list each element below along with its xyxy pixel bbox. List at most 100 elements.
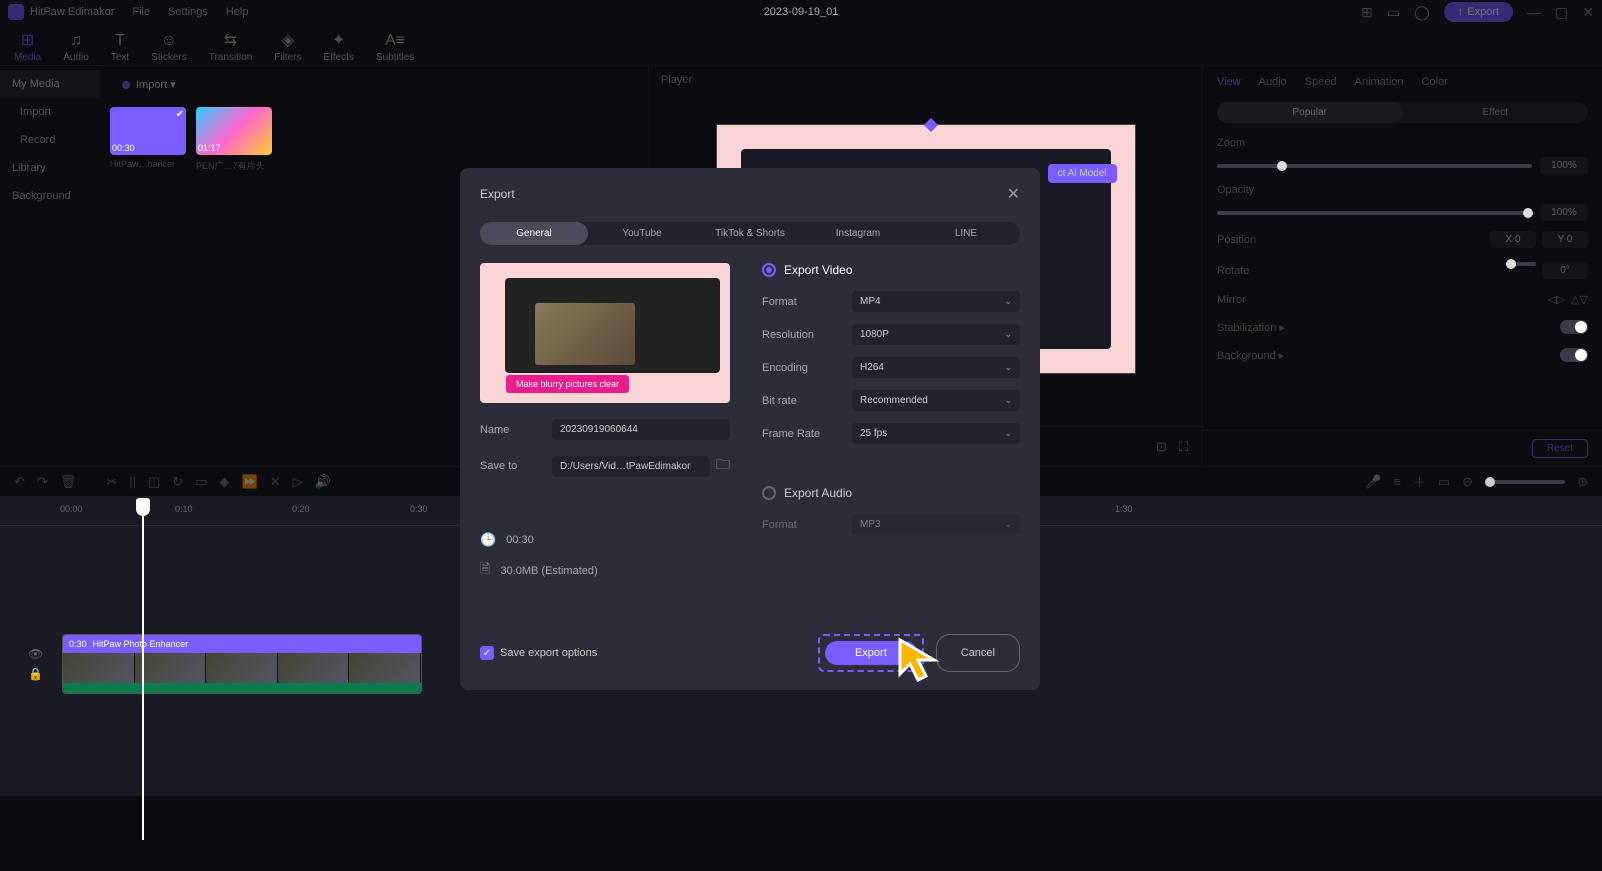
timeline-zoom-slider[interactable] bbox=[1485, 480, 1565, 484]
position-x[interactable]: X 0 bbox=[1490, 231, 1536, 248]
sidebar-library[interactable]: Library bbox=[0, 154, 100, 182]
fullscreen-icon[interactable]: ⛶ bbox=[1179, 439, 1188, 455]
tab-speed[interactable]: Speed bbox=[1305, 76, 1337, 88]
tool-text[interactable]: TText bbox=[111, 32, 129, 63]
encoding-select[interactable]: H264⌄ bbox=[852, 357, 1020, 378]
background-label: Background ▸ bbox=[1217, 349, 1284, 362]
rotate-dial[interactable] bbox=[1506, 262, 1536, 266]
expand-icon[interactable]: ▷ bbox=[293, 474, 303, 490]
mirror-v-icon[interactable]: △▽ bbox=[1571, 293, 1588, 306]
snap-icon[interactable]: ≡ bbox=[1393, 474, 1401, 489]
tool-effects[interactable]: ✦Effects bbox=[324, 30, 354, 63]
export-button[interactable]: ↑ Export bbox=[1444, 2, 1513, 22]
mic-icon[interactable]: 🎤 bbox=[1365, 474, 1381, 490]
screen-icon[interactable]: ⊞ bbox=[1361, 4, 1373, 21]
export-modal: Export ✕ General YouTube TikTok & Shorts… bbox=[460, 168, 1040, 690]
format-select[interactable]: MP4⌄ bbox=[852, 291, 1020, 312]
tab-animation[interactable]: Animation bbox=[1355, 76, 1404, 88]
close-icon[interactable]: ✕ bbox=[1582, 4, 1594, 21]
cut-icon[interactable]: ✂ bbox=[106, 474, 117, 490]
tab-tiktok[interactable]: TikTok & Shorts bbox=[696, 222, 804, 245]
lock-icon[interactable]: 🔒 bbox=[28, 667, 43, 681]
media-thumb-1[interactable]: 00:30✔ HitPaw…hancer bbox=[110, 107, 186, 172]
volume-icon[interactable]: 🔊 bbox=[315, 474, 331, 490]
export-audio-radio[interactable]: Export Audio bbox=[762, 486, 1020, 500]
tool-stickers[interactable]: ☺Stickers bbox=[151, 32, 187, 63]
saveto-input[interactable] bbox=[552, 456, 710, 477]
bitrate-select[interactable]: Recommended⌄ bbox=[852, 390, 1020, 411]
tab-line[interactable]: LINE bbox=[912, 222, 1020, 245]
export-video-radio[interactable]: Export Video bbox=[762, 263, 1020, 277]
crop-icon[interactable]: ⊡ bbox=[1156, 439, 1167, 455]
rotate-value[interactable]: 0° bbox=[1542, 262, 1588, 279]
maximize-icon[interactable]: ▢ bbox=[1555, 4, 1568, 21]
import-media-button[interactable]: Import ▾ bbox=[110, 74, 188, 95]
subtab-effect[interactable]: Effect bbox=[1403, 102, 1589, 123]
export-confirm-button[interactable]: Export bbox=[825, 641, 917, 665]
undo-icon[interactable]: ↶ bbox=[14, 474, 25, 490]
framerate-select[interactable]: 25 fps⌄ bbox=[852, 423, 1020, 444]
fit-icon[interactable]: ▭ bbox=[1438, 474, 1450, 490]
account-icon[interactable]: ◯ bbox=[1414, 4, 1430, 21]
file-icon: 🗎 bbox=[480, 560, 490, 582]
name-input[interactable] bbox=[552, 419, 730, 440]
reset-button[interactable]: Reset bbox=[1532, 439, 1588, 458]
save-options-checkbox[interactable]: ✓Save export options bbox=[480, 646, 597, 660]
redo-icon[interactable]: ↷ bbox=[37, 474, 48, 490]
add-icon[interactable]: ＋ bbox=[1413, 472, 1426, 491]
subtab-popular[interactable]: Popular bbox=[1217, 102, 1403, 123]
minimize-icon[interactable]: — bbox=[1527, 4, 1541, 20]
sidebar-background[interactable]: Background bbox=[0, 182, 100, 210]
name-label: Name bbox=[480, 424, 552, 436]
stabilization-toggle[interactable] bbox=[1560, 320, 1588, 334]
eye-icon[interactable]: 👁 bbox=[28, 647, 43, 661]
menu-settings[interactable]: Settings bbox=[168, 6, 208, 18]
opacity-slider[interactable] bbox=[1217, 211, 1532, 215]
crop-icon[interactable]: ◫ bbox=[148, 474, 160, 490]
cancel-button[interactable]: Cancel bbox=[936, 634, 1020, 672]
tool-media[interactable]: ⊞Media bbox=[14, 30, 41, 63]
tab-general[interactable]: General bbox=[480, 222, 588, 245]
tab-instagram[interactable]: Instagram bbox=[804, 222, 912, 245]
position-y[interactable]: Y 0 bbox=[1542, 231, 1588, 248]
sidebar-import[interactable]: Import bbox=[0, 98, 100, 126]
tab-audio[interactable]: Audio bbox=[1259, 76, 1287, 88]
sidebar-record[interactable]: Record bbox=[0, 126, 100, 154]
zoom-out-icon[interactable]: ⊖ bbox=[1462, 474, 1473, 490]
book-icon[interactable]: ▭ bbox=[1387, 4, 1400, 21]
tool-subtitles[interactable]: A≡Subtitles bbox=[376, 32, 414, 63]
stabilization-label: Stabilization ▸ bbox=[1217, 321, 1285, 334]
export-size: 30.0MB (Estimated) bbox=[500, 565, 597, 577]
modal-close-icon[interactable]: ✕ bbox=[1007, 184, 1020, 204]
zoom-value[interactable]: 100% bbox=[1540, 157, 1588, 174]
mirror-h-icon[interactable]: ◁▷ bbox=[1548, 293, 1565, 306]
tab-view[interactable]: View bbox=[1217, 76, 1241, 88]
timeline-clip[interactable]: 0:30HitPaw Photo Enhancer bbox=[62, 634, 422, 694]
menu-help[interactable]: Help bbox=[226, 6, 249, 18]
resolution-select[interactable]: 1080P⌄ bbox=[852, 324, 1020, 345]
layer-icon[interactable]: ▭ bbox=[195, 474, 207, 490]
player-title: Player bbox=[649, 66, 1202, 94]
background-toggle[interactable] bbox=[1560, 348, 1588, 362]
sidebar-my-media[interactable]: My Media bbox=[0, 70, 100, 98]
opacity-value[interactable]: 100% bbox=[1540, 204, 1588, 221]
zoom-slider[interactable] bbox=[1217, 164, 1532, 168]
marker-icon[interactable]: ◆ bbox=[220, 474, 230, 490]
speed-icon[interactable]: ⏩ bbox=[242, 474, 258, 490]
tool-filters[interactable]: ◈Filters bbox=[274, 30, 301, 63]
check-icon: ✔ bbox=[176, 109, 184, 120]
folder-icon[interactable]: 🗀 bbox=[716, 454, 730, 478]
tab-color[interactable]: Color bbox=[1422, 76, 1448, 88]
tool-audio[interactable]: ♫Audio bbox=[63, 32, 89, 63]
scale-icon[interactable]: ✕ bbox=[270, 474, 281, 490]
playhead[interactable] bbox=[142, 500, 144, 840]
tab-youtube[interactable]: YouTube bbox=[588, 222, 696, 245]
split-icon[interactable]: || bbox=[129, 474, 136, 489]
trash-icon[interactable]: 🗑 bbox=[60, 474, 77, 490]
rotate-label: Rotate bbox=[1217, 265, 1249, 277]
zoom-in-icon[interactable]: ⊕ bbox=[1577, 474, 1588, 490]
media-thumb-2[interactable]: 01:17 PEN广…7有片头 bbox=[196, 107, 272, 172]
tool-transition[interactable]: ⇆Transition bbox=[209, 30, 253, 63]
rotate-icon[interactable]: ↻ bbox=[172, 474, 183, 490]
menu-file[interactable]: File bbox=[132, 6, 150, 18]
